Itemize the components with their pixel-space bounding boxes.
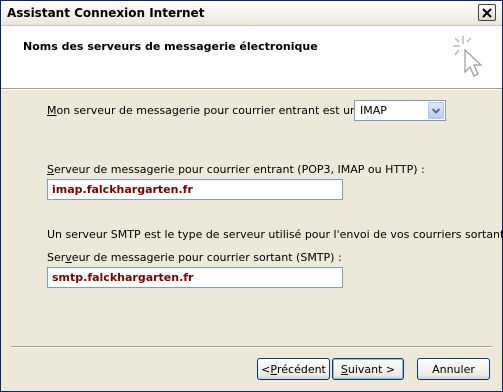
incoming-type-select[interactable]: IMAP bbox=[354, 100, 446, 121]
page-title: Noms des serveurs de messagerie électron… bbox=[23, 40, 318, 53]
incoming-server-value: imap.falckhargarten.fr bbox=[52, 183, 193, 196]
smtp-info-text: Un serveur SMTP est le type de serveur u… bbox=[47, 228, 503, 241]
outgoing-server-value: smtp.falckhargarten.fr bbox=[52, 271, 194, 284]
incoming-server-label: Serveur de messagerie pour courrier entr… bbox=[47, 163, 425, 176]
wand-sparkle-icon bbox=[453, 36, 483, 77]
wizard-header: Noms des serveurs de messagerie électron… bbox=[1, 26, 502, 89]
incoming-type-label: Mon serveur de messagerie pour courrier … bbox=[47, 104, 403, 117]
dialog-window: Assistant Connexion Internet Noms des se… bbox=[0, 0, 503, 392]
incoming-server-input[interactable]: imap.falckhargarten.fr bbox=[47, 179, 343, 200]
dropdown-button[interactable] bbox=[428, 102, 444, 119]
cancel-button[interactable]: Annuler bbox=[417, 358, 490, 380]
title-bar[interactable]: Assistant Connexion Internet bbox=[1, 1, 502, 26]
outgoing-server-label: Serveur de messagerie pour courrier sort… bbox=[47, 251, 342, 264]
back-button[interactable]: < Précédent bbox=[257, 358, 330, 380]
incoming-type-value: IMAP bbox=[360, 104, 387, 117]
chevron-down-icon bbox=[432, 107, 440, 114]
close-icon bbox=[482, 7, 492, 18]
next-button[interactable]: Suivant > bbox=[332, 358, 404, 380]
window-title: Assistant Connexion Internet bbox=[7, 6, 205, 20]
close-button[interactable] bbox=[478, 4, 496, 21]
outgoing-server-input[interactable]: smtp.falckhargarten.fr bbox=[47, 267, 343, 288]
